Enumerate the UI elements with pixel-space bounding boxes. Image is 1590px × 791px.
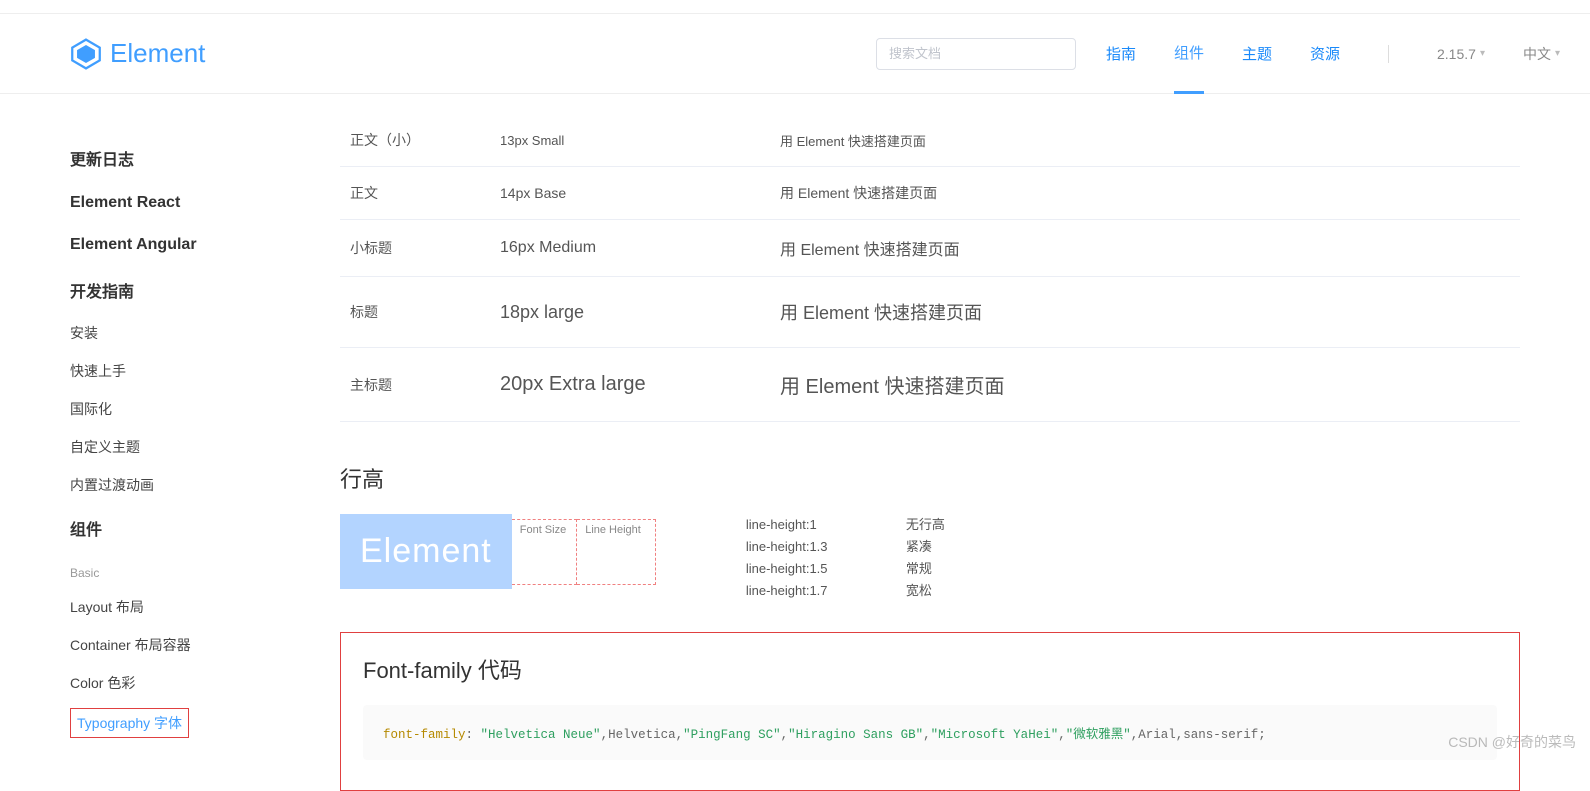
lineheight-table: line-height:1无行高line-height:1.3紧凑line-he… [746, 514, 945, 602]
sidebar-group-basic: Basic [70, 552, 300, 588]
table-cell: 14px Base [490, 167, 770, 220]
code-token: : [466, 728, 481, 742]
table-row: 标题18px large用 Element 快速搭建页面 [340, 277, 1520, 348]
table-row: 主标题20px Extra large用 Element 快速搭建页面 [340, 348, 1520, 422]
sidebar-item-layout[interactable]: Layout 布局 [70, 588, 300, 626]
lang-dropdown[interactable]: 中文 ▾ [1523, 44, 1560, 64]
chevron-down-icon: ▾ [1480, 48, 1485, 59]
sidebar-item-transition[interactable]: 内置过渡动画 [70, 466, 300, 504]
lineheight-diagram: Element Font Size Line Height [340, 514, 656, 589]
code-token: ,Arial,sans-serif; [1131, 728, 1266, 742]
sidebar-item-react[interactable]: Element React [70, 182, 300, 224]
table-cell: 用 Element 快速搭建页面 [770, 167, 1520, 220]
table-row: 小标题16px Medium用 Element 快速搭建页面 [340, 220, 1520, 277]
table-cell: 13px Small [490, 114, 770, 167]
header: Element 指南 组件 主题 资源 2.15.7 ▾ 中文 ▾ [0, 14, 1590, 94]
lineheight-heading: 行高 [340, 462, 1520, 494]
lineheight-row: line-height:1.3 紧凑 [746, 536, 945, 558]
table-cell: 主标题 [340, 348, 490, 422]
fontfamily-code: font-family: "Helvetica Neue",Helvetica,… [363, 705, 1497, 760]
table-cell: 正文 [340, 167, 490, 220]
lineheight-mark-lineheight: Line Height [577, 519, 656, 585]
code-token: ,Helvetica, [601, 728, 684, 742]
table-cell: 用 Element 快速搭建页面 [770, 220, 1520, 277]
sidebar-item-angular[interactable]: Element Angular [70, 224, 300, 266]
table-row: 正文（小）13px Small用 Element 快速搭建页面 [340, 114, 1520, 167]
table-cell: 小标题 [340, 220, 490, 277]
sidebar-item-theme[interactable]: 自定义主题 [70, 428, 300, 466]
lang-label: 中文 [1523, 44, 1551, 64]
sidebar-item-components[interactable]: 组件 [70, 504, 300, 552]
code-token: "Helvetica Neue" [481, 728, 601, 742]
chevron-down-icon: ▾ [1555, 48, 1560, 59]
code-token: "微软雅黑" [1066, 728, 1131, 742]
table-cell: 正文（小） [340, 114, 490, 167]
logo[interactable]: Element [70, 38, 205, 70]
sidebar-item-container[interactable]: Container 布局容器 [70, 626, 300, 664]
nav-component[interactable]: 组件 [1174, 14, 1204, 94]
sidebar-item-devguide[interactable]: 开发指南 [70, 266, 300, 314]
lh-val: 紧凑 [906, 536, 932, 558]
table-cell: 16px Medium [490, 220, 770, 277]
sidebar-item-i18n[interactable]: 国际化 [70, 390, 300, 428]
divider [1388, 45, 1389, 63]
code-token: font-family [383, 728, 466, 742]
lineheight-row: line-height:1.5 常规 [746, 558, 945, 580]
lineheight-mark-fontsize: Font Size [512, 519, 577, 585]
table-cell: 用 Element 快速搭建页面 [770, 114, 1520, 167]
lh-key: line-height:1.7 [746, 580, 846, 602]
fontfamily-box: Font-family 代码 font-family: "Helvetica N… [340, 632, 1520, 791]
nav: 指南 组件 主题 资源 2.15.7 ▾ 中文 ▾ [1106, 14, 1560, 94]
code-token: , [781, 728, 789, 742]
version-dropdown[interactable]: 2.15.7 ▾ [1437, 46, 1485, 62]
lineheight-row: line-height:1.7 宽松 [746, 580, 945, 602]
code-token: , [923, 728, 931, 742]
logo-text: Element [110, 38, 205, 69]
search-input[interactable] [876, 38, 1076, 70]
nav-resource[interactable]: 资源 [1310, 15, 1340, 92]
table-cell: 用 Element 快速搭建页面 [770, 277, 1520, 348]
lineheight-section: Element Font Size Line Height line-heigh… [340, 514, 1520, 602]
table-cell: 20px Extra large [490, 348, 770, 422]
version-label: 2.15.7 [1437, 46, 1476, 62]
table-cell: 18px large [490, 277, 770, 348]
code-token: "Microsoft YaHei" [931, 728, 1059, 742]
element-logo-icon [70, 38, 102, 70]
nav-theme[interactable]: 主题 [1242, 15, 1272, 92]
code-token: "Hiragino Sans GB" [788, 728, 923, 742]
lh-val: 无行高 [906, 514, 945, 536]
lh-key: line-height:1.5 [746, 558, 846, 580]
table-cell: 标题 [340, 277, 490, 348]
sidebar-item-install[interactable]: 安装 [70, 314, 300, 352]
code-token: "PingFang SC" [683, 728, 781, 742]
lineheight-sample: Element [340, 514, 512, 589]
lh-key: line-height:1 [746, 514, 846, 536]
code-token: , [1058, 728, 1066, 742]
sidebar-item-color[interactable]: Color 色彩 [70, 664, 300, 702]
lineheight-row: line-height:1 无行高 [746, 514, 945, 536]
sidebar-item-typography[interactable]: Typography 字体 [70, 708, 189, 738]
lh-val: 宽松 [906, 580, 932, 602]
lh-val: 常规 [906, 558, 932, 580]
lh-key: line-height:1.3 [746, 536, 846, 558]
fontfamily-heading: Font-family 代码 [363, 653, 1497, 685]
typography-table: 正文（小）13px Small用 Element 快速搭建页面正文14px Ba… [340, 114, 1520, 422]
nav-guide[interactable]: 指南 [1106, 15, 1136, 92]
sidebar: 更新日志 Element React Element Angular 开发指南 … [70, 94, 300, 791]
table-cell: 用 Element 快速搭建页面 [770, 348, 1520, 422]
sidebar-item-quick[interactable]: 快速上手 [70, 352, 300, 390]
table-row: 正文14px Base用 Element 快速搭建页面 [340, 167, 1520, 220]
main-content: 正文（小）13px Small用 Element 快速搭建页面正文14px Ba… [300, 94, 1520, 791]
sidebar-item-changelog[interactable]: 更新日志 [70, 134, 300, 182]
